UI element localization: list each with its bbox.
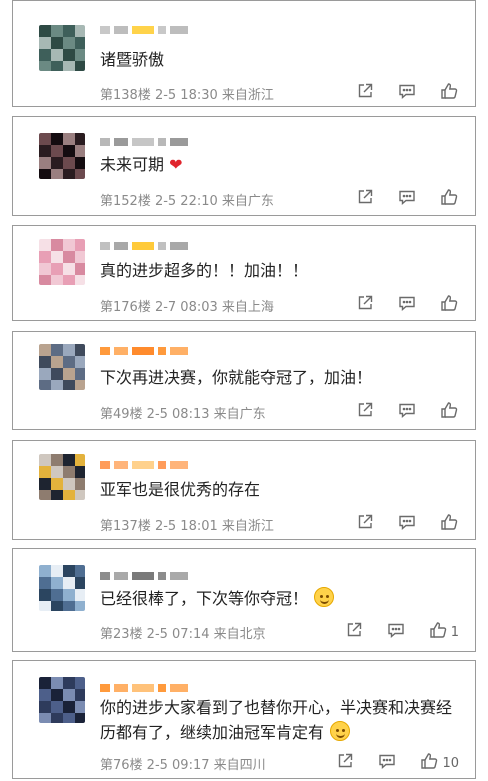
- comment-icon: [397, 81, 417, 105]
- comment-actions: 1: [322, 620, 459, 644]
- comment-icon: [397, 293, 417, 317]
- comment-actions: [333, 400, 459, 424]
- comment-text: 真的进步超多的！！加油！！: [100, 261, 309, 280]
- share-icon: [355, 81, 375, 105]
- comment-actions: [333, 187, 459, 211]
- heart-emoji-icon: ❤: [164, 155, 183, 174]
- avatar[interactable]: [39, 344, 85, 390]
- comment-card: 下次再进决赛，你就能夺冠了，加油！ 第49楼 2-5 08:13 来自广东: [12, 331, 476, 430]
- blush-emoji-icon: [330, 721, 351, 741]
- comment-text: 诸暨骄傲: [100, 50, 165, 69]
- like-count: 10: [442, 755, 459, 771]
- like-button[interactable]: [439, 400, 459, 424]
- username[interactable]: [100, 569, 188, 583]
- share-icon: [355, 187, 375, 211]
- share-icon: [355, 400, 375, 424]
- avatar[interactable]: [39, 677, 85, 723]
- share-icon: [335, 751, 355, 775]
- share-button[interactable]: [355, 187, 375, 211]
- comment-card: 真的进步超多的！！加油！！ 第176楼 2-7 08:03 来自上海: [12, 225, 476, 321]
- comment-meta: 第137楼 2-5 18:01 来自浙江: [100, 519, 274, 534]
- comment-text: 已经很棒了，下次等你夺冠！: [100, 586, 455, 611]
- username[interactable]: [100, 23, 188, 37]
- like-button[interactable]: [439, 512, 459, 536]
- smile-emoji-icon: [314, 587, 335, 607]
- like-button[interactable]: 1: [428, 620, 459, 644]
- share-button[interactable]: [344, 620, 364, 644]
- comment-actions: [333, 293, 459, 317]
- username[interactable]: [100, 239, 188, 253]
- comment-card: 亚军也是很优秀的存在第137楼 2-5 18:01 来自浙江: [12, 440, 476, 540]
- comment-card: 未来可期 ❤ 第152楼 2-5 22:10 来自广东: [12, 116, 476, 216]
- share-button[interactable]: [355, 512, 375, 536]
- reply-button[interactable]: [397, 293, 417, 317]
- thumbs-up-icon: [428, 620, 448, 644]
- share-icon: [355, 512, 375, 536]
- share-button[interactable]: [355, 293, 375, 317]
- thumbs-up-icon: [439, 293, 459, 317]
- comment-actions: [333, 81, 459, 105]
- like-button[interactable]: [439, 187, 459, 211]
- username[interactable]: [100, 458, 188, 472]
- avatar[interactable]: [39, 239, 85, 285]
- reply-button[interactable]: [377, 751, 397, 775]
- like-count: 1: [450, 624, 459, 640]
- share-icon: [344, 620, 364, 644]
- share-icon: [355, 293, 375, 317]
- like-button[interactable]: [439, 81, 459, 105]
- comment-meta: 第152楼 2-5 22:10 来自广东: [100, 194, 274, 209]
- username[interactable]: [100, 344, 188, 358]
- avatar[interactable]: [39, 454, 85, 500]
- comment-icon: [397, 512, 417, 536]
- avatar[interactable]: [39, 565, 85, 611]
- reply-button[interactable]: [397, 400, 417, 424]
- reply-button[interactable]: [397, 81, 417, 105]
- avatar[interactable]: [39, 133, 85, 179]
- comment-meta: 第138楼 2-5 18:30 来自浙江: [100, 88, 274, 103]
- share-button[interactable]: [355, 81, 375, 105]
- comment-text: 下次再进决赛，你就能夺冠了，加油！: [100, 368, 373, 387]
- comment-icon: [377, 751, 397, 775]
- like-button[interactable]: [439, 293, 459, 317]
- thumbs-up-icon: [439, 187, 459, 211]
- comment-icon: [386, 620, 406, 644]
- comment-text: 未来可期 ❤: [100, 155, 183, 174]
- reply-button[interactable]: [397, 187, 417, 211]
- comment-card: 已经很棒了，下次等你夺冠！ 第23楼 2-5 07:14 来自北京 1: [12, 548, 476, 652]
- username[interactable]: [100, 681, 188, 695]
- thumbs-up-icon: [439, 81, 459, 105]
- share-button[interactable]: [355, 400, 375, 424]
- like-button[interactable]: 10: [419, 751, 459, 775]
- username[interactable]: [100, 135, 188, 149]
- comment-card: 你的进步大家看到了也替你开心，半决赛和决赛经历都有了，继续加油冠军肯定有第76楼…: [12, 660, 476, 779]
- comment-text: 亚军也是很优秀的存在: [100, 480, 261, 499]
- comment-meta: 第176楼 2-7 08:03 来自上海: [100, 300, 274, 315]
- thumbs-up-icon: [439, 400, 459, 424]
- thumbs-up-icon: [439, 512, 459, 536]
- thumbs-up-icon: [419, 751, 439, 775]
- comment-meta: 第49楼 2-5 08:13 来自广东: [100, 407, 266, 422]
- reply-button[interactable]: [386, 620, 406, 644]
- comment-icon: [397, 400, 417, 424]
- comment-card: 诸暨骄傲第138楼 2-5 18:30 来自浙江: [12, 0, 476, 107]
- avatar[interactable]: [39, 25, 85, 71]
- comment-icon: [397, 187, 417, 211]
- share-button[interactable]: [335, 751, 355, 775]
- reply-button[interactable]: [397, 512, 417, 536]
- comment-meta: 第23楼 2-5 07:14 来自北京: [100, 627, 266, 642]
- comment-meta: 第76楼 2-5 09:17 来自四川: [100, 758, 266, 773]
- comment-text: 你的进步大家看到了也替你开心，半决赛和决赛经历都有了，继续加油冠军肯定有: [100, 698, 453, 742]
- comment-actions: 10: [313, 751, 459, 775]
- comment-actions: [333, 512, 459, 536]
